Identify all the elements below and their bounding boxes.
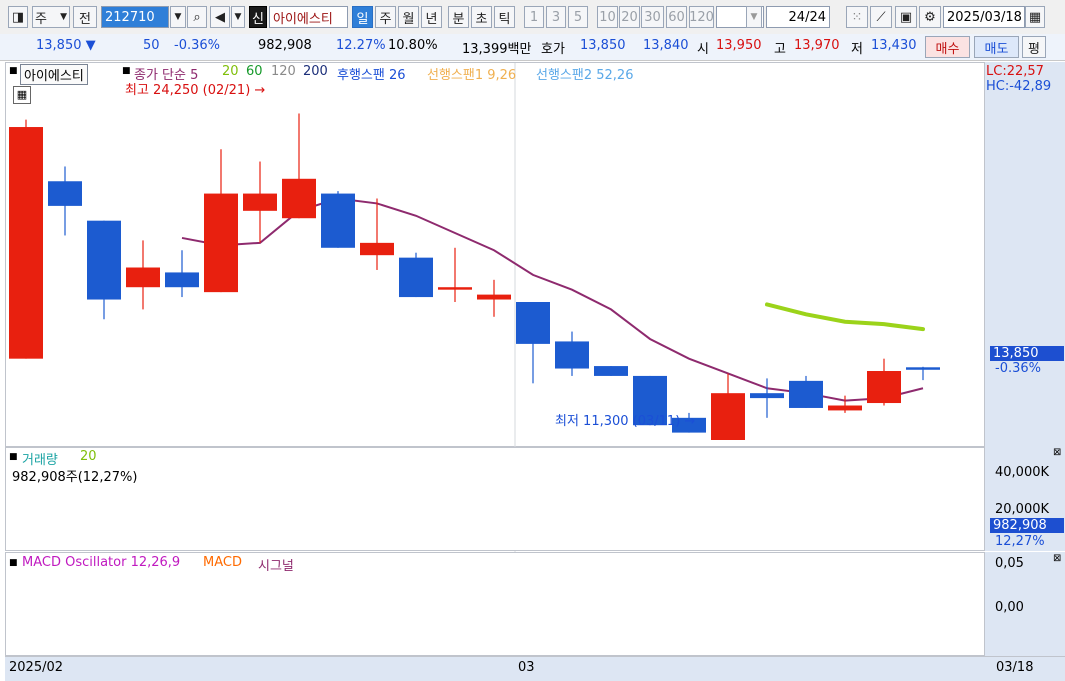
last-price-box: 13,850 — [990, 346, 1064, 361]
candle-body — [789, 380, 823, 408]
min-price-text: 최저 11,300 (03/11) — [555, 414, 681, 429]
candle-body — [360, 242, 394, 256]
candle-body — [204, 193, 238, 293]
volume-axis-20000k: 20,000K — [995, 502, 1050, 517]
time-axis — [5, 656, 1065, 681]
square-marker-icon: ■ — [122, 66, 131, 76]
candle-body — [906, 367, 940, 370]
hc-value: HC:-42,89 — [986, 79, 1052, 94]
close-icon[interactable]: ⊠ — [1053, 553, 1061, 564]
square-marker-icon: ■ — [9, 558, 18, 568]
max-price-text: 최고 24,250 (02/21) — [125, 83, 251, 98]
last-volume-pct: 12,27% — [995, 534, 1045, 549]
candle-body — [828, 405, 862, 411]
candle-body — [555, 341, 589, 369]
legend-ma200[interactable]: 200 — [303, 64, 328, 79]
last-change-label: -0.36% — [995, 361, 1041, 376]
max-price-note: 최고 24,250 (02/21) → — [125, 79, 265, 98]
square-marker-icon: ■ — [9, 452, 18, 462]
candle-body — [477, 294, 511, 300]
time-axis-start: 2025/02 — [9, 660, 64, 675]
legend-ma20[interactable]: 20 — [222, 64, 239, 79]
candle-body — [711, 393, 745, 440]
time-axis-mid: 03 — [518, 660, 535, 675]
candle-body — [243, 193, 277, 211]
volume-panel — [5, 447, 985, 551]
stock-name-tag[interactable]: 아이에스티 — [20, 64, 88, 85]
candle-body — [282, 178, 316, 219]
table-icon[interactable]: ▦ — [13, 86, 31, 104]
candle-body — [594, 366, 628, 376]
signal-legend[interactable]: 시그널 — [258, 555, 294, 574]
candle-body — [438, 287, 472, 290]
legend-ma60[interactable]: 60 — [246, 64, 263, 79]
right-arrow-icon: → — [684, 414, 696, 429]
macd-legend[interactable]: MACD — [203, 555, 242, 570]
square-marker-icon: ■ — [9, 66, 18, 76]
candle-body — [48, 181, 82, 206]
volume-ma-legend[interactable]: 20 — [80, 449, 97, 464]
legend-leading-span2[interactable]: 선행스팬2 52,26 — [536, 64, 633, 83]
candle-body — [87, 220, 121, 300]
candle-body — [321, 193, 355, 248]
candle-body — [750, 393, 784, 399]
macd-axis-000: 0,00 — [995, 600, 1024, 615]
last-volume-box: 982,908 — [990, 518, 1064, 533]
legend-leading-span1[interactable]: 선행스팬1 9,26 — [427, 64, 516, 83]
candle-body — [165, 272, 199, 288]
right-arrow-icon: → — [254, 83, 266, 98]
volume-axis-40000k: 40,000K — [995, 465, 1050, 480]
legend-lagging-span[interactable]: 후행스팬 26 — [337, 64, 406, 83]
time-axis-end: 03/18 — [996, 660, 1034, 675]
close-icon[interactable]: ⊠ — [1053, 447, 1061, 458]
candle-body — [9, 127, 43, 359]
candle-body — [126, 267, 160, 288]
legend-ma120[interactable]: 120 — [271, 64, 296, 79]
macd-title[interactable]: MACD Oscillator 12,26,9 — [22, 555, 180, 570]
volume-info: 982,908주(12,27%) — [12, 470, 138, 485]
ma5-line — [181, 197, 924, 402]
lc-value: LC:22,57 — [986, 64, 1044, 79]
min-price-note: 최저 11,300 (03/11) → — [555, 410, 695, 429]
macd-axis-005: 0,05 — [995, 556, 1024, 571]
candle-body — [867, 371, 901, 404]
candle-body — [516, 302, 550, 344]
leading-span-line — [765, 302, 925, 332]
candle-body — [399, 257, 433, 298]
